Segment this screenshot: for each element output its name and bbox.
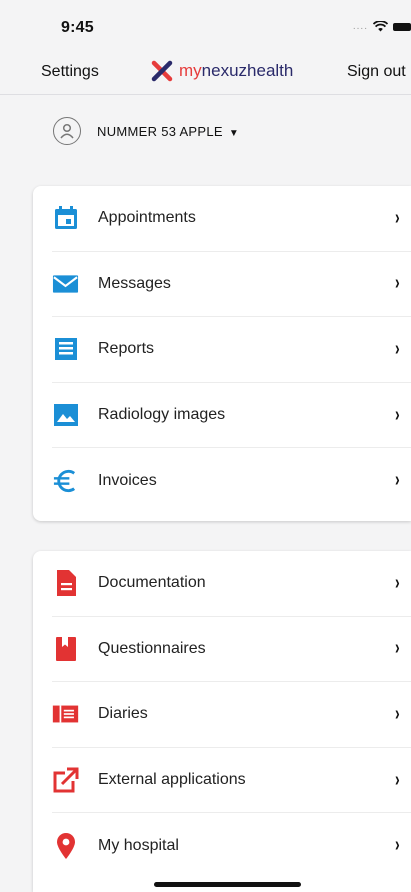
- menu-item-label: Questionnaires: [98, 639, 206, 657]
- envelope-icon: [52, 270, 79, 297]
- battery-icon: [393, 22, 411, 31]
- chevron-right-icon: ›: [395, 571, 400, 594]
- chevron-right-icon: ›: [395, 272, 400, 295]
- nav-bar: Settings mynexuzhealth Sign out: [0, 52, 411, 95]
- location-pin-icon: [52, 832, 79, 859]
- logo-x-icon: [151, 60, 173, 82]
- logo-suffix: nexuzhealth: [201, 61, 294, 80]
- diary-icon: [52, 701, 79, 728]
- person-icon: [60, 123, 74, 139]
- menu-item-reports[interactable]: Reports ›: [52, 317, 411, 383]
- menu-item-radiology-images[interactable]: Radiology images ›: [52, 383, 411, 449]
- menu-item-external-applications[interactable]: External applications ›: [52, 748, 411, 814]
- menu-item-questionnaires[interactable]: Questionnaires ›: [52, 617, 411, 683]
- menu-item-appointments[interactable]: Appointments ›: [52, 186, 411, 252]
- chevron-right-icon: ›: [395, 834, 400, 857]
- menu-item-documentation[interactable]: Documentation ›: [52, 551, 411, 617]
- chevron-right-icon: ›: [395, 768, 400, 791]
- logo-text: mynexuzhealth: [179, 61, 293, 81]
- menu-item-label: Appointments: [98, 209, 196, 227]
- menu-item-label: Invoices: [98, 471, 157, 489]
- document-icon: [52, 570, 79, 597]
- avatar: [53, 117, 81, 145]
- user-name: NUMMER 53 APPLE ▼: [97, 124, 239, 139]
- menu-item-label: Reports: [98, 340, 155, 358]
- menu-card-main: Appointments › Messages › Reports › Radi…: [33, 186, 411, 521]
- menu-item-messages[interactable]: Messages ›: [52, 252, 411, 318]
- bookmark-icon: [52, 635, 79, 662]
- status-bar: 9:45 ....: [0, 0, 411, 52]
- external-link-icon: [52, 767, 79, 794]
- status-time: 9:45: [61, 19, 94, 36]
- menu-item-label: Diaries: [98, 705, 148, 723]
- menu-card-secondary: Documentation › Questionnaires › Diaries…: [33, 551, 411, 892]
- chevron-right-icon: ›: [395, 469, 400, 492]
- chevron-right-icon: ›: [395, 403, 400, 426]
- caret-down-icon: ▼: [228, 127, 240, 139]
- logo-prefix: my: [179, 61, 202, 80]
- menu-item-label: External applications: [98, 771, 246, 789]
- chevron-right-icon: ›: [395, 702, 400, 725]
- chevron-right-icon: ›: [395, 637, 400, 660]
- report-icon: [52, 336, 79, 363]
- menu-item-invoices[interactable]: Invoices ›: [52, 448, 411, 513]
- menu-item-diaries[interactable]: Diaries ›: [52, 682, 411, 748]
- menu-item-label: Documentation: [98, 574, 206, 592]
- chevron-right-icon: ›: [395, 337, 400, 360]
- user-name-text: NUMMER 53 APPLE: [97, 123, 223, 139]
- image-icon: [52, 402, 79, 429]
- app-logo: mynexuzhealth: [151, 60, 293, 82]
- home-indicator[interactable]: [154, 882, 301, 887]
- wifi-icon: [373, 21, 388, 32]
- menu-item-label: Radiology images: [98, 406, 226, 424]
- chevron-right-icon: ›: [395, 206, 400, 229]
- calendar-icon: [52, 205, 79, 232]
- status-icons: ....: [353, 21, 411, 32]
- user-selector[interactable]: NUMMER 53 APPLE ▼: [53, 117, 239, 145]
- signal-icon: ....: [352, 21, 368, 32]
- euro-icon: [52, 467, 79, 494]
- settings-button[interactable]: Settings: [41, 63, 99, 81]
- sign-out-button[interactable]: Sign out: [347, 63, 406, 81]
- menu-item-label: My hospital: [98, 836, 179, 854]
- menu-item-label: Messages: [98, 274, 171, 292]
- menu-item-my-hospital[interactable]: My hospital ›: [52, 813, 411, 878]
